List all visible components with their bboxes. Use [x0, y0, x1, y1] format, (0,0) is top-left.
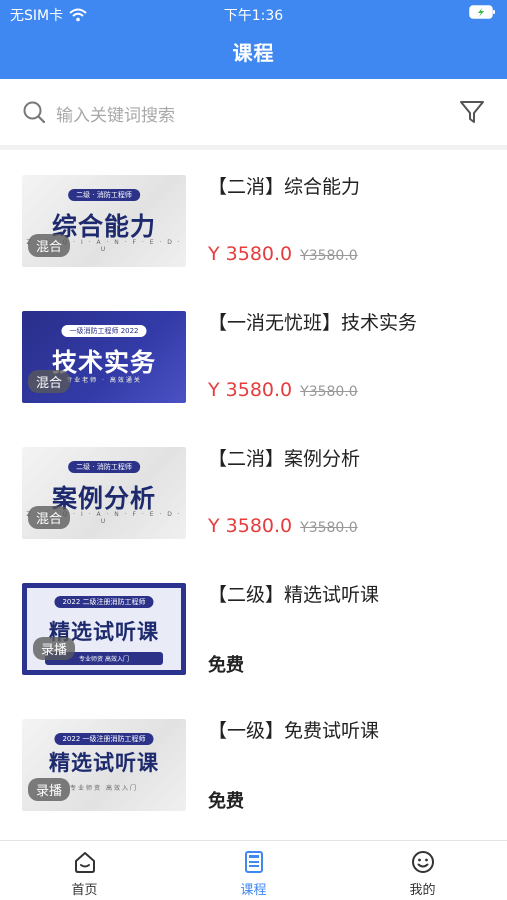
price-row: 免费 [208, 787, 244, 813]
filter-icon[interactable] [459, 99, 485, 125]
thumbnail-title: 精选试听课 [49, 750, 159, 775]
price-row: Y 3580.0 Y3580.0 [208, 243, 358, 265]
course-list: 二级 · 消防工程师 综合能力 Z · G · Q · I · A · N · … [0, 150, 507, 840]
course-price: Y 3580.0 [208, 379, 293, 401]
search-bar: 输入关键词搜索 [0, 79, 507, 145]
course-type-badge: 录播 [28, 778, 71, 801]
battery-charging-icon [469, 5, 495, 19]
free-label: 免费 [208, 791, 244, 812]
free-label: 免费 [208, 655, 244, 676]
app-header: 无SIM卡 下午1:36 课程 [0, 0, 507, 79]
course-thumbnail: 二级 · 消防工程师 案例分析 Z · G · Q · I · A · N · … [22, 447, 186, 539]
tab-label: 我的 [409, 883, 436, 898]
course-item[interactable]: 二级 · 消防工程师 综合能力 Z · G · Q · I · A · N · … [0, 150, 507, 286]
course-title: 【一级】免费试听课 [208, 720, 380, 742]
price-row: Y 3580.0 Y3580.0 [208, 379, 358, 401]
original-price: Y3580.0 [300, 384, 358, 400]
original-price: Y3580.0 [300, 248, 358, 264]
course-title: 【二级】精选试听课 [208, 584, 380, 606]
bottom-tab-bar: 首页 课程 我的 [0, 840, 507, 900]
price-row: Y 3580.0 Y3580.0 [208, 515, 358, 537]
course-type-badge: 混合 [28, 370, 71, 393]
thumbnail-pill: 2022 二级注册消防工程师 [54, 596, 154, 608]
tab-home[interactable]: 首页 [0, 841, 169, 900]
price-row: 免费 [208, 651, 244, 677]
course-item[interactable]: 2022 二级注册消防工程师 精选试听课 专业师资 高效入门 录播 【二级】精选… [0, 558, 507, 694]
status-time: 下午1:36 [223, 8, 284, 24]
course-title: 【一消无忧班】技术实务 [208, 312, 418, 334]
course-item[interactable]: 2022 一级注册消防工程师 精选试听课 专业师资 高效入门 录播 【一级】免费… [0, 694, 507, 830]
tab-course[interactable]: 课程 [169, 841, 338, 900]
search-input[interactable]: 输入关键词搜索 [56, 101, 175, 126]
thumbnail-pill: 二级 · 消防工程师 [68, 189, 140, 201]
thumbnail-pill: 一级消防工程师 2022 [61, 325, 147, 337]
course-title: 【二消】综合能力 [208, 176, 361, 198]
course-thumbnail: 二级 · 消防工程师 综合能力 Z · G · Q · I · A · N · … [22, 175, 186, 267]
course-thumbnail: 2022 一级注册消防工程师 精选试听课 专业师资 高效入门 录播 [22, 719, 186, 811]
course-type-badge: 录播 [33, 637, 76, 660]
course-thumbnail: 2022 二级注册消防工程师 精选试听课 专业师资 高效入门 录播 [22, 583, 186, 675]
course-title: 【二消】案例分析 [208, 448, 361, 470]
status-bar: 无SIM卡 下午1:36 [0, 0, 507, 26]
course-book-icon [244, 851, 263, 873]
home-icon [74, 852, 95, 873]
tab-label: 课程 [240, 883, 267, 898]
search-icon [23, 101, 46, 124]
thumbnail-pill: 二级 · 消防工程师 [68, 461, 140, 473]
tab-label: 首页 [71, 883, 98, 898]
original-price: Y3580.0 [300, 520, 358, 536]
course-type-badge: 混合 [28, 234, 71, 257]
page-title: 课程 [232, 41, 275, 65]
thumbnail-pill: 2022 一级注册消防工程师 [54, 733, 154, 745]
course-price: Y 3580.0 [208, 515, 293, 537]
course-thumbnail: 一级消防工程师 2022 技术实务 专业老师 · 高效通关 混合 [22, 311, 186, 403]
course-item[interactable]: 一级消防工程师 2022 技术实务 专业老师 · 高效通关 混合 【一消无忧班】… [0, 286, 507, 422]
smiley-profile-icon [411, 851, 434, 873]
course-item[interactable]: 二级 · 消防工程师 案例分析 Z · G · Q · I · A · N · … [0, 422, 507, 558]
course-price: Y 3580.0 [208, 243, 293, 265]
tab-mine[interactable]: 我的 [338, 841, 507, 900]
course-type-badge: 混合 [28, 506, 71, 529]
